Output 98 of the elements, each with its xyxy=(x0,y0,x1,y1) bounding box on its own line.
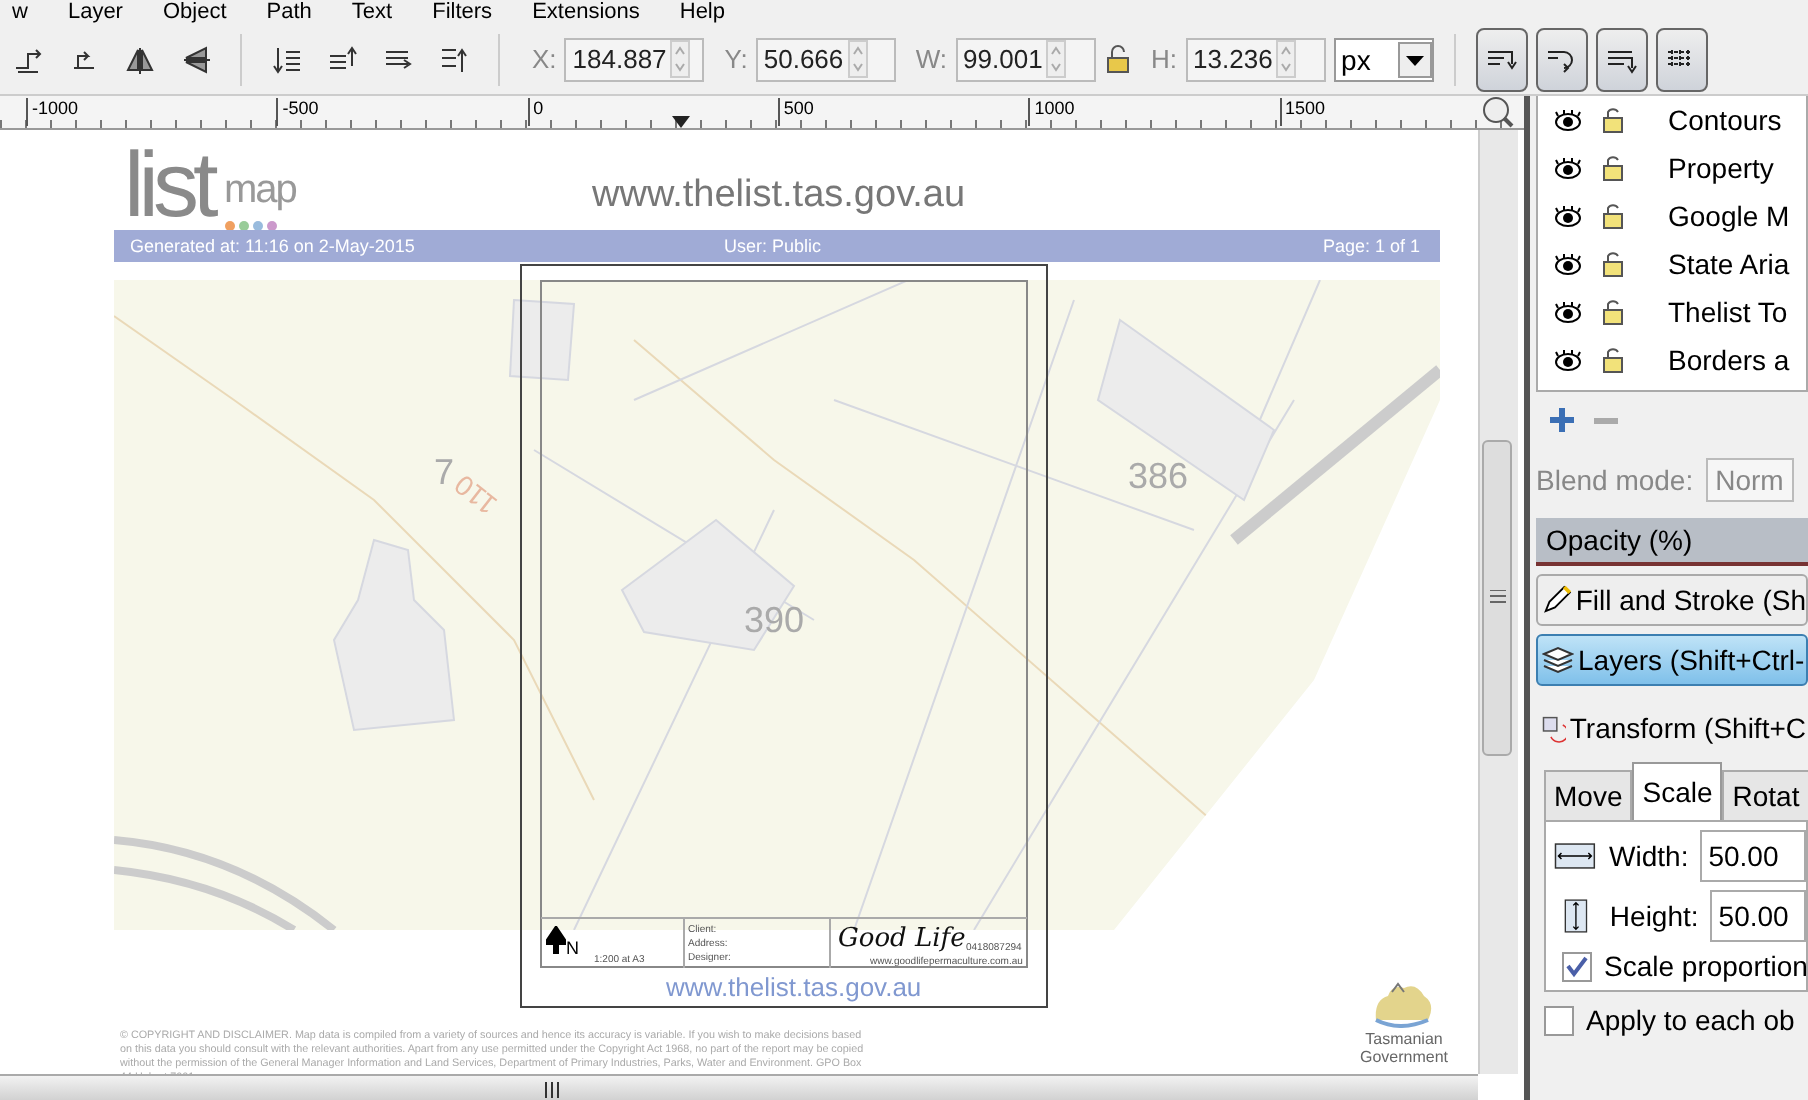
number-field[interactable]: 13.236 xyxy=(1185,37,1326,81)
map-label: 390 xyxy=(744,600,805,640)
layer-name: Borders a xyxy=(1668,344,1790,376)
menu-item[interactable]: Path xyxy=(266,0,312,24)
layer-name: Thelist To xyxy=(1668,296,1788,328)
ruler-label: 0 xyxy=(527,98,544,126)
number-field[interactable]: 50.00 xyxy=(1710,890,1806,942)
menu-item[interactable]: Extensions xyxy=(532,0,640,24)
opacity-bar[interactable]: Opacity (%) xyxy=(1536,518,1808,566)
padlock-icon[interactable] xyxy=(1602,298,1624,326)
north-label: N xyxy=(566,938,579,958)
dock-tab[interactable]: Transform (Shift+C xyxy=(1536,702,1808,754)
field-label: Y: xyxy=(724,44,748,74)
logo-text: map xyxy=(224,168,296,214)
field-label: Width: xyxy=(1607,840,1689,872)
toolbar-button[interactable] xyxy=(1475,27,1528,91)
flip-icon[interactable] xyxy=(124,43,156,75)
grip-icon xyxy=(544,1080,560,1100)
north-arrow-icon xyxy=(546,926,566,956)
layer-row[interactable]: Thelist To xyxy=(1538,288,1806,336)
eye-icon[interactable] xyxy=(1554,157,1582,179)
menu-item[interactable]: Help xyxy=(679,0,725,24)
layer-name: Property xyxy=(1668,152,1774,184)
field-label: Height: xyxy=(1609,900,1699,932)
zoom-icon[interactable] xyxy=(1482,96,1514,128)
padlock-icon[interactable] xyxy=(1602,250,1624,278)
padlock-icon[interactable] xyxy=(1602,106,1624,134)
toolbar-button[interactable] xyxy=(1535,27,1588,91)
ruler-label: 1500 xyxy=(1279,98,1326,126)
ruler-label: -1000 xyxy=(26,98,79,126)
grip-icon xyxy=(1488,590,1508,604)
layer-row[interactable]: Google M xyxy=(1538,192,1806,240)
number-field[interactable]: 50.666 xyxy=(755,37,896,81)
menu-item[interactable]: w xyxy=(12,0,28,24)
footer-url: www.thelist.tas.gov.au xyxy=(666,972,922,1002)
checkbox[interactable] xyxy=(1544,1005,1574,1035)
site-url: www.thelist.tas.gov.au xyxy=(592,174,966,218)
layer-row[interactable]: Borders a xyxy=(1538,336,1806,384)
tab[interactable]: Move xyxy=(1544,770,1633,820)
layers-icon xyxy=(1542,644,1574,676)
layer-name: Google M xyxy=(1668,200,1790,232)
menu-item[interactable]: Object xyxy=(162,0,227,24)
horizontal-scrollbar[interactable] xyxy=(0,1074,1478,1100)
pen-icon xyxy=(1542,584,1572,616)
transform-icon xyxy=(1542,712,1566,744)
agency-name: Tasmanian Government xyxy=(1357,1030,1451,1066)
eye-icon[interactable] xyxy=(1554,205,1582,227)
logo-text: list xyxy=(124,138,213,230)
add-icon[interactable] xyxy=(1548,406,1576,434)
padlock-icon[interactable] xyxy=(1602,346,1624,374)
stack-icon[interactable] xyxy=(270,43,302,75)
header-text: User: Public xyxy=(724,236,822,256)
scrollbar-thumb[interactable] xyxy=(1482,440,1512,756)
number-field[interactable]: 99.001 xyxy=(955,37,1096,81)
checkmark-icon xyxy=(1566,955,1588,977)
checkbox[interactable] xyxy=(1562,951,1592,981)
ruler-label: 1000 xyxy=(1028,98,1075,126)
menu-item[interactable]: Layer xyxy=(67,0,123,24)
field-label: X: xyxy=(532,44,557,74)
eye-icon[interactable] xyxy=(1554,109,1582,131)
eye-icon[interactable] xyxy=(1554,349,1582,371)
layer-row[interactable]: Contours xyxy=(1538,96,1806,144)
brand-text: Good Life xyxy=(838,924,966,954)
number-field[interactable]: 184.887 xyxy=(564,37,705,81)
layer-row[interactable]: State Aria xyxy=(1538,240,1806,288)
header-text: Page: 1 of 1 xyxy=(1322,236,1420,256)
map-label: 386 xyxy=(1128,456,1189,496)
menu-item[interactable]: Text xyxy=(351,0,393,24)
eye-icon[interactable] xyxy=(1554,253,1582,275)
layer-name: Contours xyxy=(1668,104,1782,136)
stack-icon[interactable] xyxy=(326,43,358,75)
padlock-icon[interactable] xyxy=(1602,202,1624,230)
toolbar-button[interactable] xyxy=(1655,27,1708,91)
dock-tab[interactable]: Layers (Shift+Ctrl- xyxy=(1536,634,1808,686)
checkbox-label: Apply to each ob xyxy=(1586,1004,1795,1036)
layer-row[interactable]: Property xyxy=(1538,144,1806,192)
eye-icon[interactable] xyxy=(1554,301,1582,323)
padlock-icon[interactable] xyxy=(1103,43,1132,75)
blend-mode-label: Blend mode: xyxy=(1536,464,1694,496)
dots-icon xyxy=(224,220,278,232)
field-label: W: xyxy=(915,44,948,74)
menu-item[interactable]: Filters xyxy=(432,0,493,24)
header-text: Generated at: 11:16 on 2-May-2015 xyxy=(130,236,415,256)
ruler-label: -500 xyxy=(276,98,319,126)
checkbox-label: Scale proportion xyxy=(1604,950,1808,982)
dock-tab[interactable]: Fill and Stroke (Sh xyxy=(1536,574,1808,626)
number-field[interactable]: 50.00 xyxy=(1700,830,1806,882)
unit-dropdown[interactable]: px xyxy=(1333,37,1434,81)
layer-name: State Aria xyxy=(1668,248,1790,280)
padlock-icon[interactable] xyxy=(1602,154,1624,182)
tab[interactable]: Rotat xyxy=(1722,770,1808,820)
width-arrows-icon xyxy=(1554,838,1596,874)
toolbar-button[interactable] xyxy=(1595,27,1648,91)
ruler-label: 500 xyxy=(777,98,814,126)
field-label: H: xyxy=(1151,44,1178,74)
stack-icon[interactable] xyxy=(438,43,470,75)
tab[interactable]: Scale xyxy=(1632,762,1723,820)
flip-icon[interactable] xyxy=(180,43,212,75)
